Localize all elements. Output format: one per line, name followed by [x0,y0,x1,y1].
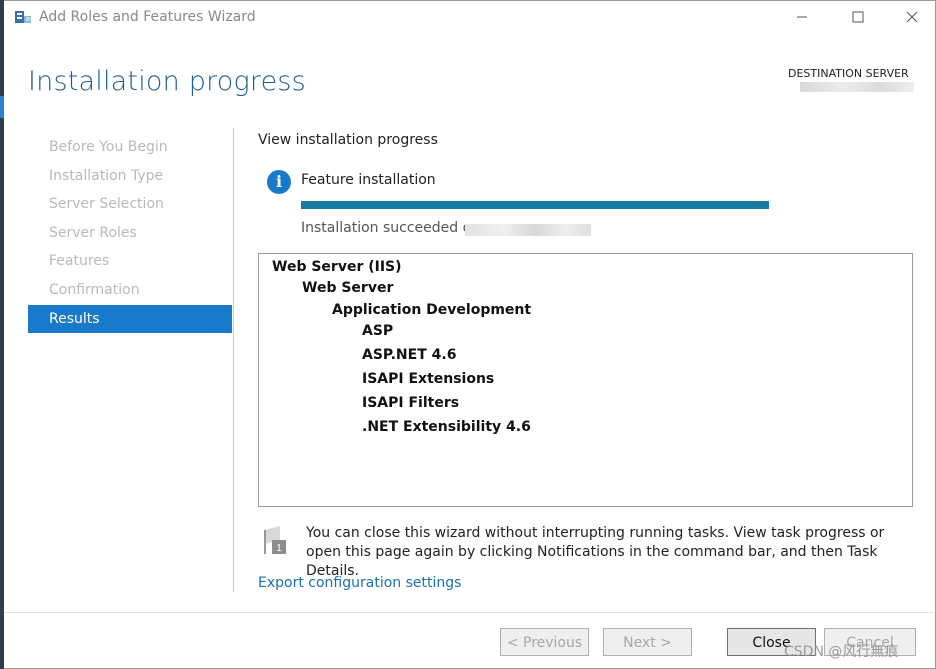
tree-item-aspnet: ASP.NET 4.6 [362,347,457,363]
background-app-edge [0,0,4,669]
server-manager-icon [15,11,31,23]
nav-divider [233,128,234,592]
title-bar[interactable]: Add Roles and Features Wizard [4,0,934,34]
tree-item-web-server: Web Server [302,280,394,296]
svg-text:1: 1 [276,543,282,554]
tree-item-net-extensibility: .NET Extensibility 4.6 [362,419,531,435]
destination-server-label: DESTINATION SERVER [788,67,909,80]
close-wizard-note: You can close this wizard without interr… [306,525,885,579]
next-button[interactable]: Next > [603,628,692,656]
close-icon [906,11,918,23]
nav-item-installation-type[interactable]: Installation Type [28,162,232,191]
tree-item-application-development: Application Development [332,302,532,318]
nav-item-results[interactable]: Results [28,304,232,334]
window-title: Add Roles and Features Wizard [39,9,256,25]
nav-item-server-selection[interactable]: Server Selection [28,190,232,219]
results-list[interactable]: Web Server (IIS) Web Server Application … [258,253,913,507]
page-title: Installation progress [28,66,306,97]
nav-item-server-roles[interactable]: Server Roles [28,219,232,248]
progress-fill [301,201,769,209]
installation-progress-bar [301,201,769,209]
feature-installation-label: Feature installation [301,172,436,188]
nav-item-features[interactable]: Features [28,247,232,276]
tree-item-isapi-filters: ISAPI Filters [362,395,460,411]
minimize-button[interactable] [782,4,822,30]
section-title: View installation progress [258,132,438,148]
wizard-nav: Before You Begin Installation Type Serve… [28,133,232,334]
tree-item-asp: ASP [362,323,394,339]
maximize-icon [852,11,864,23]
export-configuration-link[interactable]: Export configuration settings [258,575,461,591]
button-bar-divider [4,612,934,613]
maximize-button[interactable] [838,4,878,30]
tree-item-web-server-iis: Web Server (IIS) [272,259,402,275]
previous-button[interactable]: < Previous [500,628,589,656]
nav-item-confirmation[interactable]: Confirmation [28,276,232,305]
watermark: CSDN @风行無痕 [784,644,899,660]
installation-status-text: Installation succeeded on [301,220,481,236]
tree-item-isapi-extensions: ISAPI Extensions [362,371,495,387]
notification-flag-icon: 1 [264,526,286,554]
server-name-blurred [465,224,591,236]
close-window-button[interactable] [892,4,932,30]
nav-item-before-you-begin[interactable]: Before You Begin [28,133,232,162]
destination-server-name-blurred [800,82,914,92]
minimize-icon [797,16,807,18]
info-icon: i [267,170,291,194]
